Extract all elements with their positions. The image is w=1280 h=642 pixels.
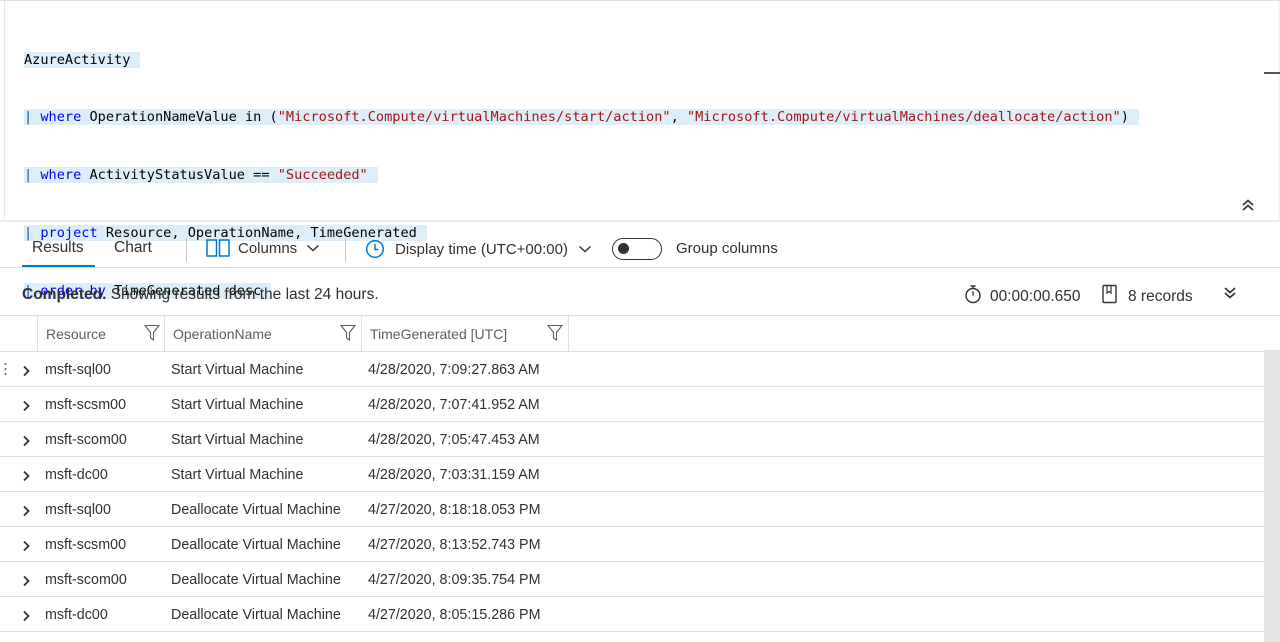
cell-time: 4/28/2020, 7:03:31.159 AM bbox=[368, 467, 540, 483]
display-time-dropdown[interactable]: Display time (UTC+00:00) bbox=[365, 239, 592, 259]
results-toolbar: Results Chart Columns Display time (UTC+… bbox=[0, 222, 1280, 268]
column-header-label: TimeGenerated [UTC] bbox=[370, 326, 508, 342]
chevron-down-icon bbox=[578, 244, 592, 254]
table-row[interactable]: msft-scsm00 Start Virtual Machine 4/28/2… bbox=[0, 387, 1264, 422]
query-pipe: | bbox=[24, 109, 33, 126]
group-columns-toggle[interactable] bbox=[612, 238, 662, 260]
chevron-right-icon[interactable] bbox=[21, 504, 31, 522]
cell-operation: Deallocate Virtual Machine bbox=[171, 502, 341, 518]
cell-time: 4/28/2020, 7:05:47.453 AM bbox=[368, 432, 540, 448]
tab-results[interactable]: Results bbox=[32, 239, 84, 257]
tab-chart[interactable]: Chart bbox=[114, 239, 152, 257]
table-row[interactable]: msft-scom00 Deallocate Virtual Machine 4… bbox=[0, 562, 1264, 597]
columns-icon bbox=[206, 239, 230, 257]
column-header-label: Resource bbox=[46, 326, 106, 342]
grid-header: Resource OperationName TimeGenerated [UT… bbox=[0, 316, 1264, 352]
cell-operation: Start Virtual Machine bbox=[171, 362, 304, 378]
column-header-operationname[interactable]: OperationName bbox=[164, 316, 361, 352]
stopwatch-icon bbox=[963, 284, 983, 309]
toolbar-divider bbox=[186, 238, 187, 262]
grid-scrollbar[interactable] bbox=[1264, 350, 1280, 642]
toolbar-divider bbox=[345, 238, 346, 262]
cell-operation: Start Virtual Machine bbox=[171, 467, 304, 483]
clock-icon bbox=[365, 239, 385, 259]
cell-time: 4/28/2020, 7:09:27.863 AM bbox=[368, 362, 540, 378]
records-icon bbox=[1101, 284, 1119, 309]
chevron-right-icon[interactable] bbox=[21, 434, 31, 452]
toggle-knob bbox=[618, 243, 629, 254]
record-count: 8 records bbox=[1101, 284, 1193, 309]
group-columns-label: Group columns bbox=[676, 240, 778, 257]
chevron-double-up-icon[interactable] bbox=[1240, 197, 1256, 213]
cell-resource: msft-scom00 bbox=[45, 432, 127, 448]
chevron-right-icon[interactable] bbox=[21, 609, 31, 627]
filter-icon[interactable] bbox=[546, 324, 564, 347]
duration-value: 00:00:00.650 bbox=[990, 287, 1081, 305]
query-duration: 00:00:00.650 bbox=[963, 284, 1081, 309]
query-text: OperationNameValue in ( bbox=[81, 109, 278, 126]
cell-operation: Start Virtual Machine bbox=[171, 432, 304, 448]
chevron-right-icon[interactable] bbox=[21, 574, 31, 592]
query-text: , bbox=[670, 109, 687, 126]
filter-icon[interactable] bbox=[143, 324, 161, 347]
query-text: ActivityStatusValue == bbox=[81, 167, 278, 184]
cell-operation: Start Virtual Machine bbox=[171, 397, 304, 413]
column-header-end bbox=[568, 316, 569, 352]
table-row[interactable]: msft-sql00 Deallocate Virtual Machine 4/… bbox=[0, 492, 1264, 527]
table-row[interactable]: msft-scsm00 Deallocate Virtual Machine 4… bbox=[0, 527, 1264, 562]
status-state: Completed. bbox=[22, 286, 107, 303]
cell-time: 4/28/2020, 7:07:41.952 AM bbox=[368, 397, 540, 413]
cell-time: 4/27/2020, 8:09:35.754 PM bbox=[368, 572, 541, 588]
cell-resource: msft-scom00 bbox=[45, 572, 127, 588]
cell-resource: msft-scsm00 bbox=[45, 537, 127, 553]
editor-gutter-rule bbox=[4, 1, 5, 221]
chevron-right-icon[interactable] bbox=[21, 539, 31, 557]
chevron-right-icon[interactable] bbox=[21, 364, 31, 382]
table-row[interactable]: msft-dc00 Deallocate Virtual Machine 4/2… bbox=[0, 597, 1264, 632]
filter-icon[interactable] bbox=[339, 324, 357, 347]
chevron-down-icon bbox=[306, 243, 320, 253]
column-header-label: OperationName bbox=[173, 326, 272, 342]
cell-operation: Deallocate Virtual Machine bbox=[171, 572, 341, 588]
tab-results-underline bbox=[22, 265, 95, 267]
editor-scroll-marker bbox=[1264, 72, 1280, 74]
cell-time: 4/27/2020, 8:05:15.286 PM bbox=[368, 607, 541, 623]
query-string: "Microsoft.Compute/virtualMachines/start… bbox=[277, 109, 671, 126]
table-row[interactable]: msft-sql00 Start Virtual Machine 4/28/20… bbox=[0, 352, 1264, 387]
cell-operation: Deallocate Virtual Machine bbox=[171, 537, 341, 553]
chevron-right-icon[interactable] bbox=[21, 469, 31, 487]
chevron-double-down-icon[interactable] bbox=[1222, 285, 1238, 306]
cell-resource: msft-sql00 bbox=[45, 502, 111, 518]
display-time-label: Display time (UTC+00:00) bbox=[395, 240, 568, 258]
query-keyword: where bbox=[40, 109, 82, 126]
columns-button[interactable]: Columns bbox=[206, 239, 320, 257]
cell-operation: Deallocate Virtual Machine bbox=[171, 607, 341, 623]
status-message: Completed. Showing results from the last… bbox=[22, 286, 379, 304]
cell-resource: msft-dc00 bbox=[45, 467, 108, 483]
query-editor[interactable]: AzureActivity | where OperationNameValue… bbox=[0, 0, 1280, 300]
columns-label: Columns bbox=[238, 239, 298, 257]
query-string: "Microsoft.Compute/virtualMachines/deall… bbox=[686, 109, 1121, 126]
cell-resource: msft-sql00 bbox=[45, 362, 111, 378]
cell-resource: msft-scsm00 bbox=[45, 397, 127, 413]
cell-time: 4/27/2020, 8:18:18.053 PM bbox=[368, 502, 541, 518]
results-grid: Resource OperationName TimeGenerated [UT… bbox=[0, 316, 1264, 642]
query-table-name: AzureActivity bbox=[24, 51, 141, 68]
query-keyword: where bbox=[40, 167, 82, 184]
results-status-bar: Completed. Showing results from the last… bbox=[0, 268, 1280, 316]
query-text: ) bbox=[1120, 109, 1129, 126]
table-row[interactable]: msft-dc00 Start Virtual Machine 4/28/202… bbox=[0, 457, 1264, 492]
records-value: 8 records bbox=[1128, 287, 1193, 305]
status-detail: Showing results from the last 24 hours. bbox=[106, 286, 379, 303]
column-header-timegenerated[interactable]: TimeGenerated [UTC] bbox=[361, 316, 568, 352]
chevron-right-icon[interactable] bbox=[21, 399, 31, 417]
cell-resource: msft-dc00 bbox=[45, 607, 108, 623]
column-header-resource[interactable]: Resource bbox=[37, 316, 164, 352]
table-row[interactable]: msft-scom00 Start Virtual Machine 4/28/2… bbox=[0, 422, 1264, 457]
query-string: "Succeeded" bbox=[277, 167, 368, 184]
cell-time: 4/27/2020, 8:13:52.743 PM bbox=[368, 537, 541, 553]
query-pipe: | bbox=[24, 167, 33, 184]
